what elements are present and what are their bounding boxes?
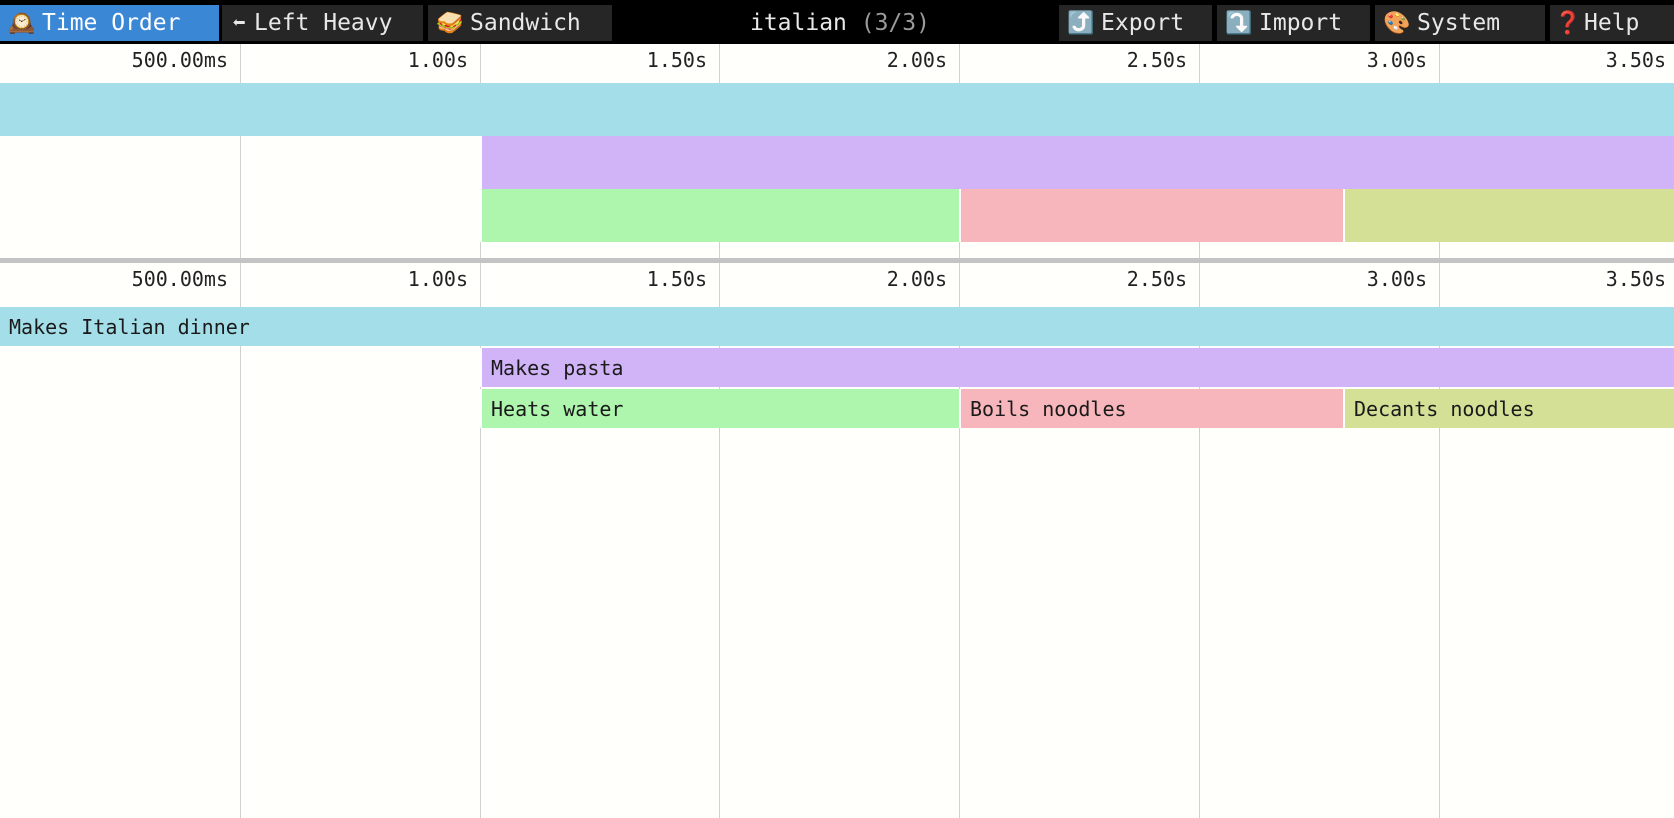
system-label: System [1417,10,1501,36]
profile-name: italian [749,10,847,36]
grid-line [240,44,241,258]
time-tick-label: 3.50s [1605,48,1666,72]
left-heavy-label: Left Heavy [254,10,393,36]
grid-line [719,263,720,818]
grid-line [1199,263,1200,818]
time-tick-label: 2.00s [886,267,947,291]
flame-frame[interactable] [480,136,1674,189]
sandwich-tab[interactable]: 🥪 Sandwich [428,5,612,41]
palette-icon: 🎨 [1383,11,1411,36]
sandwich-icon: 🥪 [436,11,464,36]
import-arrow-icon: ⤵️ [1225,11,1253,36]
time-tick-label: 2.00s [886,48,947,72]
time-tick-label: 3.00s [1366,267,1427,291]
time-tick-label: 2.50s [1126,48,1187,72]
time-order-label: Time Order [42,10,181,36]
sandwich-label: Sandwich [470,10,581,36]
flamechart-main[interactable]: 500.00ms 1.00s 1.50s 2.00s 2.50s 3.00s 3.50s Ma… [0,263,1674,818]
time-tick-label: 500.00ms [131,267,228,291]
grid-line [1439,263,1440,818]
time-tick-label: 1.50s [646,267,707,291]
time-tick-label: 1.00s [407,267,468,291]
flame-frame[interactable]: Makes Italian dinner [0,307,1674,346]
time-tick-label: 1.00s [407,48,468,72]
grid-line [959,263,960,818]
import-button[interactable]: ⤵️ Import [1217,5,1370,41]
left-heavy-tab[interactable]: ⬅ Left Heavy [222,5,423,41]
export-button[interactable]: ⤴️ Export [1059,5,1212,41]
grid-line [480,263,481,818]
question-mark-icon: ❓ [1554,11,1582,36]
help-button[interactable]: ❓ Help [1550,5,1674,41]
profile-count: (3/3) [860,10,931,36]
flame-frame[interactable]: Makes pasta [480,348,1674,387]
import-label: Import [1259,10,1343,36]
flame-frame[interactable] [0,83,1674,136]
flamechart-minimap[interactable]: 500.00ms 1.00s 1.50s 2.00s 2.50s 3.00s 3.50s [0,44,1674,258]
flame-frame[interactable]: Heats water [480,389,959,428]
grid-line [240,263,241,818]
time-tick-label: 2.50s [1126,267,1187,291]
left-arrow-icon: ⬅ [232,11,246,36]
flame-frame[interactable]: Decants noodles [1343,389,1674,428]
export-label: Export [1101,10,1185,36]
time-order-tab[interactable]: 🕰️ Time Order [0,5,219,41]
toolbar: 🕰️ Time Order ⬅ Left Heavy 🥪 Sandwich itali… [0,0,1674,44]
mantelpiece-clock-icon: 🕰️ [8,11,36,36]
flame-frame[interactable] [959,189,1343,242]
flame-frame[interactable] [1343,189,1674,242]
profile-title: italian (3/3) [600,5,1080,41]
time-tick-label: 500.00ms [131,48,228,72]
system-theme-button[interactable]: 🎨 System [1375,5,1545,41]
flame-frame[interactable] [480,189,959,242]
time-tick-label: 3.50s [1605,267,1666,291]
time-tick-label: 1.50s [646,48,707,72]
help-label: Help [1584,10,1640,36]
flame-frame[interactable]: Boils noodles [959,389,1343,428]
time-tick-label: 3.00s [1366,48,1427,72]
export-arrow-icon: ⤴️ [1067,11,1095,36]
